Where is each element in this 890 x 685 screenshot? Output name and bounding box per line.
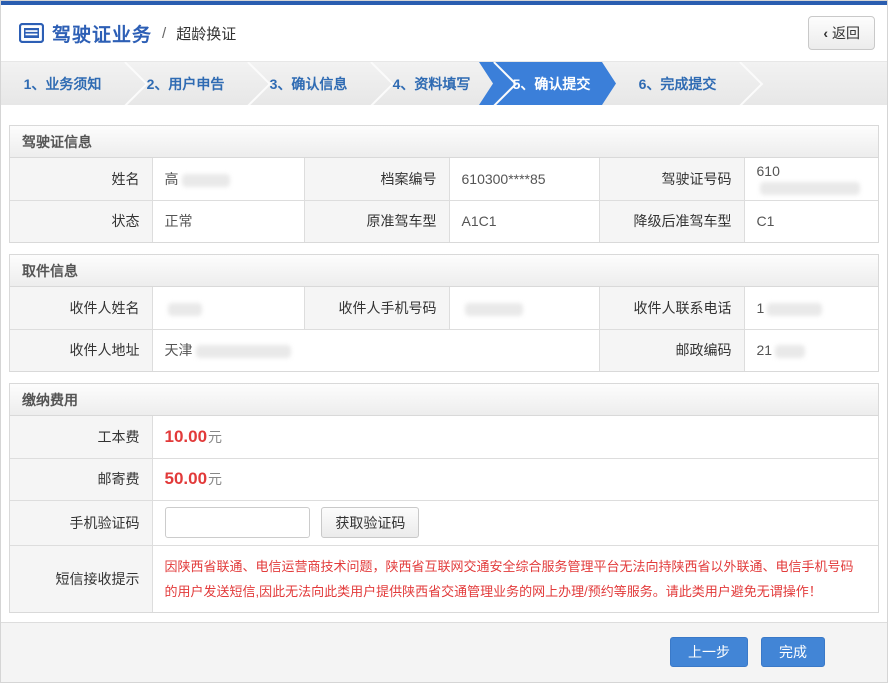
license-info-section: 驾驶证信息 姓名 高 档案编号 610300****85 驾驶证号码 610 状… bbox=[9, 125, 879, 243]
recipient-address-value: 天津 bbox=[152, 329, 599, 371]
header: 驾驶证业务 / 超龄换证 ‹ 返回 bbox=[1, 5, 887, 62]
production-fee-value: 10.00元 bbox=[152, 416, 878, 458]
step-tab-6-label: 6、完成提交 bbox=[639, 74, 717, 94]
table-row: 收件人地址 天津 邮政编码 21 bbox=[10, 329, 878, 371]
recipient-mobile-value bbox=[449, 287, 599, 329]
postal-code-value: 21 bbox=[744, 329, 878, 371]
redaction-smudge bbox=[767, 303, 822, 316]
back-button[interactable]: ‹ 返回 bbox=[808, 16, 875, 50]
step-nav: 1、业务须知 2、用户申告 3、确认信息 4、资料填写 5、确认提交 6、完成提… bbox=[1, 62, 887, 105]
recipient-mobile-label: 收件人手机号码 bbox=[304, 287, 449, 329]
downgraded-class-label: 降级后准驾车型 bbox=[599, 200, 744, 242]
breadcrumb: 驾驶证业务 / 超龄换证 bbox=[19, 20, 236, 47]
sms-code-input[interactable] bbox=[165, 507, 310, 538]
file-number-label: 档案编号 bbox=[304, 158, 449, 200]
postage-fee-label: 邮寄费 bbox=[10, 458, 152, 500]
page-title: 驾驶证业务 bbox=[52, 20, 152, 47]
step-tab-6[interactable]: 6、完成提交 bbox=[616, 62, 739, 105]
redaction-smudge bbox=[465, 303, 523, 316]
status-label: 状态 bbox=[10, 200, 152, 242]
step-tab-2-label: 2、用户申告 bbox=[147, 74, 225, 94]
sms-notice-cell: 因陕西省联通、电信运营商技术问题，陕西省互联网交通安全综合服务管理平台无法向持陕… bbox=[152, 545, 878, 612]
get-sms-code-button[interactable]: 获取验证码 bbox=[321, 507, 419, 538]
file-number-value: 610300****85 bbox=[449, 158, 599, 200]
name-value: 高 bbox=[152, 158, 304, 200]
table-row: 邮寄费 50.00元 bbox=[10, 458, 878, 500]
step-tab-4-label: 4、资料填写 bbox=[393, 74, 471, 94]
recipient-phone-label: 收件人联系电话 bbox=[599, 287, 744, 329]
sms-code-label: 手机验证码 bbox=[10, 500, 152, 545]
table-row: 短信接收提示 因陕西省联通、电信运营商技术问题，陕西省互联网交通安全综合服务管理… bbox=[10, 545, 878, 612]
footer-action-bar: 上一步 完成 bbox=[1, 622, 887, 682]
name-label: 姓名 bbox=[10, 158, 152, 200]
production-fee-unit: 元 bbox=[208, 429, 222, 445]
table-row: 手机验证码 获取验证码 bbox=[10, 500, 878, 545]
sms-notice-message: 因陕西省联通、电信运营商技术问题，陕西省互联网交通安全综合服务管理平台无法向持陕… bbox=[165, 554, 859, 605]
table-row: 工本费 10.00元 bbox=[10, 416, 878, 458]
license-number-value: 610 bbox=[744, 158, 878, 200]
fees-section-title: 缴纳费用 bbox=[10, 384, 878, 416]
step-tab-1[interactable]: 1、业务须知 bbox=[1, 62, 124, 105]
recipient-phone-value: 1 bbox=[744, 287, 878, 329]
postage-fee-value: 50.00元 bbox=[152, 458, 878, 500]
chevron-left-icon: ‹ bbox=[823, 25, 828, 41]
downgraded-class-value: C1 bbox=[744, 200, 878, 242]
postal-code-label: 邮政编码 bbox=[599, 329, 744, 371]
previous-step-button[interactable]: 上一步 bbox=[670, 637, 748, 667]
recipient-name-value bbox=[152, 287, 304, 329]
license-section-title: 驾驶证信息 bbox=[10, 126, 878, 158]
original-class-value: A1C1 bbox=[449, 200, 599, 242]
pickup-info-table: 收件人姓名 收件人手机号码 收件人联系电话 1 收件人地址 天津 邮政编码 21 bbox=[10, 287, 878, 371]
table-row: 收件人姓名 收件人手机号码 收件人联系电话 1 bbox=[10, 287, 878, 329]
license-info-table: 姓名 高 档案编号 610300****85 驾驶证号码 610 状态 正常 原… bbox=[10, 158, 878, 242]
breadcrumb-current: 超龄换证 bbox=[176, 23, 236, 44]
recipient-name-label: 收件人姓名 bbox=[10, 287, 152, 329]
production-fee-amount: 10.00 bbox=[165, 427, 208, 446]
table-row: 姓名 高 档案编号 610300****85 驾驶证号码 610 bbox=[10, 158, 878, 200]
breadcrumb-separator: / bbox=[162, 25, 166, 42]
finish-button[interactable]: 完成 bbox=[761, 637, 825, 667]
step-tab-5-label: 5、确认提交 bbox=[513, 74, 591, 94]
redaction-smudge bbox=[168, 303, 202, 316]
status-value: 正常 bbox=[152, 200, 304, 242]
fees-section: 缴纳费用 工本费 10.00元 邮寄费 50.00元 手机验证码 获取验证码 bbox=[9, 383, 879, 613]
production-fee-label: 工本费 bbox=[10, 416, 152, 458]
step-tab-1-label: 1、业务须知 bbox=[24, 74, 102, 94]
fees-table: 工本费 10.00元 邮寄费 50.00元 手机验证码 获取验证码 短信接收提 bbox=[10, 416, 878, 612]
page: 驾驶证业务 / 超龄换证 ‹ 返回 1、业务须知 2、用户申告 3、确认信息 4… bbox=[0, 0, 888, 683]
sms-code-field-cell: 获取验证码 bbox=[152, 500, 878, 545]
postage-fee-unit: 元 bbox=[208, 471, 222, 487]
redaction-smudge bbox=[196, 345, 291, 358]
table-row: 状态 正常 原准驾车型 A1C1 降级后准驾车型 C1 bbox=[10, 200, 878, 242]
step-tab-3-label: 3、确认信息 bbox=[270, 74, 348, 94]
recipient-address-label: 收件人地址 bbox=[10, 329, 152, 371]
redaction-smudge bbox=[182, 174, 230, 187]
pickup-info-section: 取件信息 收件人姓名 收件人手机号码 收件人联系电话 1 收件人地址 天津 邮政… bbox=[9, 254, 879, 372]
license-service-icon bbox=[19, 23, 44, 43]
pickup-section-title: 取件信息 bbox=[10, 255, 878, 287]
sms-notice-label: 短信接收提示 bbox=[10, 545, 152, 612]
original-class-label: 原准驾车型 bbox=[304, 200, 449, 242]
redaction-smudge bbox=[775, 345, 805, 358]
license-number-label: 驾驶证号码 bbox=[599, 158, 744, 200]
redaction-smudge bbox=[760, 182, 860, 195]
back-button-label: 返回 bbox=[832, 23, 860, 43]
postage-fee-amount: 50.00 bbox=[165, 469, 208, 488]
